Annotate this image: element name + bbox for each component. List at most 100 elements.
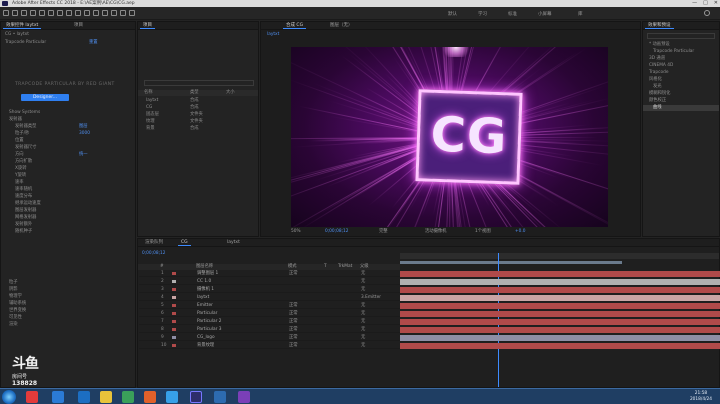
folder-icon[interactable]: [100, 391, 112, 403]
layer-duration-bar[interactable]: [400, 287, 720, 293]
layer-parent[interactable]: 3.Emitter: [361, 294, 381, 301]
minimize-button[interactable]: —: [692, 0, 697, 7]
time-ruler[interactable]: [400, 253, 719, 259]
layer-duration-bar[interactable]: [400, 271, 720, 277]
tab-effect-controls[interactable]: 效果控件 laytxt: [3, 23, 42, 29]
layer-parent[interactable]: 无: [361, 302, 365, 309]
effects-tree-item[interactable]: 风格化: [643, 77, 719, 83]
layer-parent[interactable]: 无: [361, 286, 365, 293]
layer-name[interactable]: 调整图层 1: [197, 270, 218, 277]
layer-name[interactable]: Particular 2: [197, 318, 221, 325]
param-row[interactable]: 方向扩散: [1, 159, 135, 165]
layer-duration-bar[interactable]: [400, 327, 720, 333]
param-row[interactable]: 阴影: [1, 287, 135, 293]
param-row[interactable]: 速度分布: [1, 194, 135, 200]
designer-button[interactable]: Designer...: [21, 94, 69, 101]
pan-behind-tool-icon[interactable]: [57, 10, 63, 16]
layer-label-color[interactable]: [172, 344, 176, 347]
taskbar-clock[interactable]: 21:58 2018/4/24: [690, 391, 712, 402]
param-row[interactable]: Show Systems: [1, 110, 135, 116]
effects-tree-item[interactable]: 3D 通道: [643, 56, 719, 62]
layer-mode[interactable]: 正常: [289, 342, 298, 349]
app-icon-purple[interactable]: [238, 391, 250, 403]
home-icon[interactable]: [3, 10, 9, 16]
composition-viewer[interactable]: CG: [291, 47, 608, 227]
tab-render-queue[interactable]: 渲染队列: [142, 240, 166, 246]
layer-parent[interactable]: 无: [361, 326, 365, 333]
param-row[interactable]: 物理学: [1, 294, 135, 300]
timeline-layer-row[interactable]: 1 调整图层 1 正常 无: [139, 270, 400, 277]
layer-name[interactable]: Emitter: [197, 302, 213, 309]
workspace-default[interactable]: 默认: [448, 11, 457, 17]
resolution-select[interactable]: 完整: [379, 229, 388, 235]
timeline-layer-row[interactable]: 6 Particular 正常 无: [139, 310, 400, 317]
app-icon-qq[interactable]: [166, 391, 178, 403]
layer-duration-bar[interactable]: [400, 303, 720, 309]
layer-name[interactable]: laytxt: [197, 294, 209, 301]
param-row[interactable]: 发射额外: [1, 222, 135, 228]
param-row[interactable]: 方向 统一: [1, 152, 135, 158]
eraser-tool-icon[interactable]: [111, 10, 117, 16]
search-icon[interactable]: [704, 10, 710, 16]
timeline-layer-row[interactable]: 9 CG_logo 正常 无: [139, 334, 400, 341]
pen-tool-icon[interactable]: [75, 10, 81, 16]
effects-tree-item[interactable]: 模糊和锐化: [643, 91, 719, 97]
rotate-tool-icon[interactable]: [39, 10, 45, 16]
app-icon-ie[interactable]: [78, 391, 90, 403]
param-row[interactable]: 世界变换: [1, 308, 135, 314]
timeline-layer-row[interactable]: 4 laytxt 3.Emitter: [139, 294, 400, 301]
layer-mode[interactable]: 正常: [289, 302, 298, 309]
timeline-layer-row[interactable]: 2 CC 1.0 无: [139, 278, 400, 285]
layer-mode[interactable]: 正常: [289, 310, 298, 317]
layer-label-color[interactable]: [172, 304, 176, 307]
param-row[interactable]: 辅助系统: [1, 301, 135, 307]
project-item[interactable]: 固态层 文件夹: [138, 112, 258, 118]
param-row[interactable]: 粒子: [1, 280, 135, 286]
timeline-layer-row[interactable]: 3 摄像机 1 无: [139, 286, 400, 293]
layer-duration-bar[interactable]: [400, 319, 720, 325]
layer-parent[interactable]: 无: [361, 278, 365, 285]
mask-tool-icon[interactable]: [66, 10, 72, 16]
work-area-bar[interactable]: [400, 261, 622, 264]
layer-duration-bar[interactable]: [400, 295, 720, 301]
project-item[interactable]: laytxt 合成: [138, 98, 258, 104]
app-icon-green[interactable]: [122, 391, 134, 403]
effects-tree-item-selected[interactable]: 曲线: [643, 105, 719, 111]
layer-label-color[interactable]: [172, 288, 176, 291]
camera-select[interactable]: 活动摄像机: [425, 229, 446, 235]
project-item[interactable]: 背景 合成: [138, 126, 258, 132]
layer-name[interactable]: Particular 3: [197, 326, 221, 333]
puppet-tool-icon[interactable]: [129, 10, 135, 16]
layer-mode[interactable]: 正常: [289, 326, 298, 333]
effects-tree-item[interactable]: 发光: [643, 84, 719, 90]
param-row[interactable]: 图层发射器: [1, 208, 135, 214]
app-icon-ps[interactable]: [214, 391, 226, 403]
tab-layer[interactable]: 图层（无）: [327, 23, 356, 29]
views-select[interactable]: 1个视图: [475, 229, 491, 235]
current-time[interactable]: 0;00;08;12: [325, 229, 348, 235]
workspace-small-screen[interactable]: 小屏幕: [538, 11, 552, 17]
layer-mode[interactable]: 正常: [289, 334, 298, 341]
param-row[interactable]: 速率随机: [1, 187, 135, 193]
param-row[interactable]: 继承运动速度: [1, 201, 135, 207]
timeline-layer-row[interactable]: 5 Emitter 正常 无: [139, 302, 400, 309]
layer-parent[interactable]: 无: [361, 270, 365, 277]
param-row[interactable]: 可见性: [1, 315, 135, 321]
layer-label-color[interactable]: [172, 296, 176, 299]
timeline-layer-row[interactable]: 7 Particular 2 正常 无: [139, 318, 400, 325]
layer-name[interactable]: 背景纹理: [197, 342, 214, 349]
maximize-button[interactable]: □: [703, 0, 708, 7]
selection-tool-icon[interactable]: [12, 10, 18, 16]
start-button-icon[interactable]: [2, 390, 16, 404]
effects-tree-item[interactable]: 颜色校正: [643, 98, 719, 104]
workspace-standard[interactable]: 标准: [508, 11, 517, 17]
param-row[interactable]: 位置: [1, 138, 135, 144]
layer-duration-bar[interactable]: [400, 335, 720, 341]
tab-timeline-laytxt[interactable]: laytxt: [224, 240, 243, 246]
layer-label-color[interactable]: [172, 328, 176, 331]
layer-label-color[interactable]: [172, 320, 176, 323]
layer-label-color[interactable]: [172, 272, 176, 275]
effects-tree-item[interactable]: * 动画预设: [643, 42, 719, 48]
timeline-layer-row[interactable]: 10 背景纹理 正常 无: [139, 342, 400, 349]
workspace-libraries[interactable]: 库: [578, 11, 583, 17]
